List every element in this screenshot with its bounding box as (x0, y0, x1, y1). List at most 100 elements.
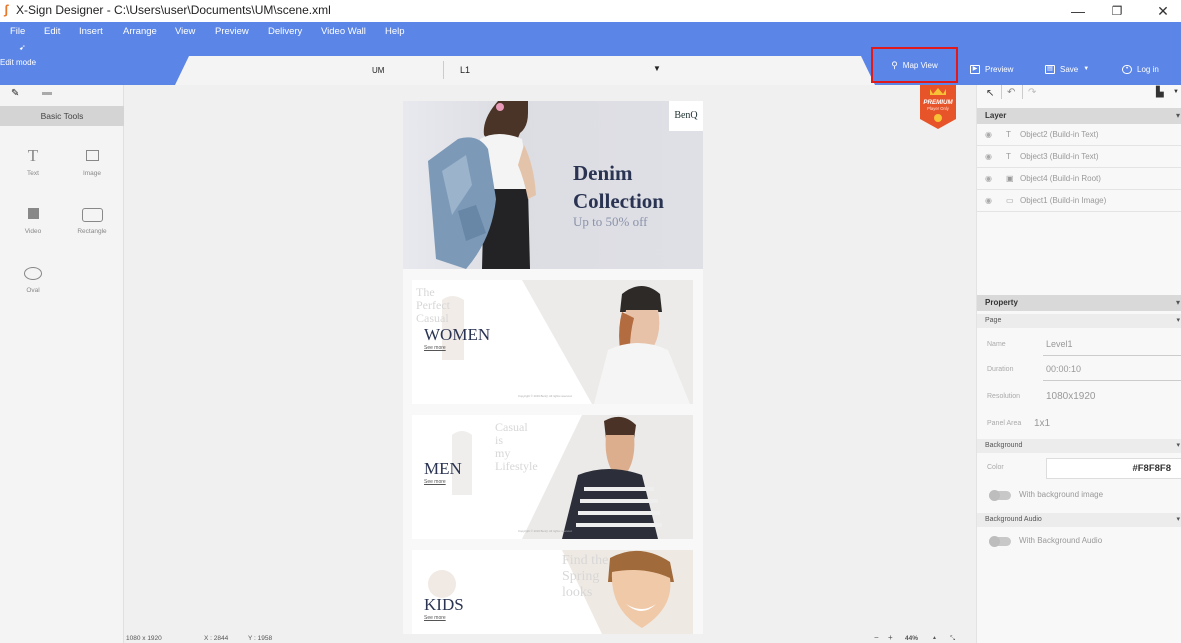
menu-bar: File Edit Insert Arrange View Preview De… (0, 22, 1181, 42)
root-layer-icon: ▣ (1006, 174, 1014, 183)
tab-divider (443, 61, 444, 79)
kids-label[interactable]: KIDS (424, 595, 464, 615)
eye-icon[interactable]: ◉ (985, 146, 992, 168)
hero-title-line-2[interactable]: Collection (573, 189, 664, 214)
women-see-more-link[interactable]: See more (424, 345, 446, 351)
background-audio-toggle-row[interactable]: With Background Audio (977, 533, 1181, 549)
background-color-row[interactable]: Color #F8F8F8 (977, 455, 1181, 481)
toolbar-divider (1001, 85, 1002, 99)
chevron-down-icon[interactable]: ▾ (1176, 513, 1180, 527)
tool-text[interactable]: T Text (13, 147, 53, 177)
menu-insert[interactable]: Insert (79, 26, 103, 37)
chevron-down-icon[interactable]: ▼ (653, 64, 661, 73)
menu-edit[interactable]: Edit (44, 26, 60, 37)
kids-see-more-link[interactable]: See more (424, 615, 446, 621)
text-layer-icon: T (1006, 152, 1011, 161)
document-name: UM (372, 66, 385, 75)
chevron-down-icon[interactable]: ▼ (1173, 89, 1179, 95)
map-view-icon: ⚲ (891, 59, 898, 70)
layer-item[interactable]: ◉ T Object2 (Build-in Text) (977, 124, 1181, 146)
tool-video[interactable]: Video (13, 208, 53, 235)
property-duration-value[interactable]: 00:00:10 (1046, 364, 1081, 374)
save-button[interactable]: ▤ Save ▼ (1045, 55, 1089, 83)
chevron-up-icon[interactable]: ▲ (932, 635, 937, 641)
property-name-row[interactable]: Name Level1 (977, 332, 1181, 358)
property-duration-row[interactable]: Duration 00:00:10 (977, 357, 1181, 383)
women-label[interactable]: WOMEN (424, 325, 490, 345)
property-resolution-key: Resolution (987, 393, 1021, 400)
layer-header: Layer ▾ (977, 108, 1181, 124)
men-banner[interactable]: Casual is my Lifestyle MEN See more Copy… (412, 415, 693, 539)
menu-video-wall[interactable]: Video Wall (321, 26, 366, 37)
men-label[interactable]: MEN (424, 459, 462, 479)
tool-image[interactable]: Image (72, 148, 112, 177)
redo-icon[interactable]: ↷ (1028, 87, 1036, 98)
tool-rectangle[interactable]: Rectangle (72, 208, 112, 235)
chevron-down-icon[interactable]: ▾ (1176, 295, 1180, 311)
cursor-icon[interactable]: ➹ (19, 43, 26, 52)
layer-item[interactable]: ◉ T Object3 (Build-in Text) (977, 146, 1181, 168)
eye-icon[interactable]: ◉ (985, 190, 992, 212)
men-ghost-line-1: Casual (495, 420, 528, 434)
minimize-button[interactable]: — (1060, 0, 1096, 22)
menu-help[interactable]: Help (385, 26, 405, 37)
premium-badge: PREMIUM Player Only (920, 85, 956, 129)
menu-delivery[interactable]: Delivery (268, 26, 302, 37)
toolbar: ➹ Edit mode UM L1 ▼ ▶ Preview ▤ Save ▼ •… (0, 42, 1181, 85)
women-banner[interactable]: The Perfect Casual WOMEN See more Copyri… (412, 280, 693, 404)
background-color-picker[interactable]: #F8F8F8 (1046, 458, 1181, 479)
login-button[interactable]: • Log in (1122, 55, 1159, 83)
preview-button[interactable]: ▶ Preview (970, 55, 1013, 83)
login-label: Log in (1137, 64, 1159, 74)
premium-line-1: PREMIUM (923, 99, 953, 106)
zoom-in-button[interactable]: + (888, 633, 893, 642)
layer-item[interactable]: ◉ ▭ Object1 (Build-in Image) (977, 190, 1181, 212)
tool-oval[interactable]: Oval (13, 267, 53, 294)
close-button[interactable]: ✕ (1145, 0, 1181, 22)
property-name-value[interactable]: Level1 (1046, 339, 1073, 349)
select-cursor-icon[interactable]: ↖ (986, 88, 994, 99)
hero-subtitle[interactable]: Up to 50% off (573, 214, 648, 230)
property-resolution-value: 1080x1920 (1046, 391, 1096, 402)
chevron-down-icon[interactable]: ▾ (1176, 439, 1180, 453)
chevron-down-icon[interactable]: ▾ (1176, 108, 1180, 124)
background-audio-toggle-label: With Background Audio (1019, 536, 1103, 545)
women-copyright: Copyright © 2019 BenQ. All rights reserv… (518, 394, 573, 398)
menu-arrange[interactable]: Arrange (123, 26, 157, 37)
briefcase-icon[interactable]: ▬ (42, 87, 52, 98)
maximize-button[interactable]: ❐ (1099, 0, 1135, 22)
cursor-x: X : 2844 (204, 635, 229, 642)
align-icon[interactable]: ▙ (1156, 87, 1164, 98)
menu-file[interactable]: File (10, 26, 25, 37)
eye-icon[interactable]: ◉ (985, 124, 992, 146)
women-ghost-line-3: Casual (416, 311, 449, 325)
document-tab[interactable]: UM L1 ▼ (175, 56, 875, 85)
men-see-more-link[interactable]: See more (424, 479, 446, 485)
undo-icon[interactable]: ↶ (1007, 87, 1015, 98)
background-image-toggle-row[interactable]: With background image (977, 487, 1181, 503)
background-image-toggle[interactable] (989, 490, 1011, 501)
kids-banner[interactable]: Find the Spring looks KIDS See more (412, 550, 693, 634)
map-view-button[interactable]: ⚲ Map View (871, 47, 958, 83)
background-audio-toggle[interactable] (989, 536, 1011, 547)
chevron-down-icon[interactable]: ▾ (1176, 314, 1180, 328)
kids-ghost-line-1: Find the (562, 553, 609, 568)
level-select[interactable]: L1 (460, 65, 470, 75)
artboard[interactable]: BenQ Denim Collection Up to 50% off The … (403, 101, 703, 634)
brand-logo[interactable]: BenQ (669, 101, 703, 131)
edit-mode-label[interactable]: Edit mode (0, 58, 36, 67)
layer-item[interactable]: ◉ ▣ Object4 (Build-in Root) (977, 168, 1181, 190)
eye-icon[interactable]: ◉ (985, 168, 992, 190)
hero-title-line-1[interactable]: Denim (573, 161, 633, 186)
zoom-out-button[interactable]: − (874, 633, 879, 642)
menu-view[interactable]: View (175, 26, 195, 37)
fit-screen-icon[interactable]: ⤡ (950, 635, 955, 643)
save-label: Save (1060, 64, 1079, 74)
zoom-level[interactable]: 44% (905, 635, 918, 642)
pen-icon[interactable]: ✎ (11, 88, 19, 99)
menu-preview[interactable]: Preview (215, 26, 249, 37)
hero-banner[interactable]: BenQ Denim Collection Up to 50% off (403, 101, 703, 269)
image-layer-icon: ▭ (1006, 196, 1014, 205)
layer-name: Object4 (Build-in Root) (1020, 174, 1101, 183)
title-bar: ʃ X-Sign Designer - C:\Users\user\Docume… (0, 0, 1181, 22)
